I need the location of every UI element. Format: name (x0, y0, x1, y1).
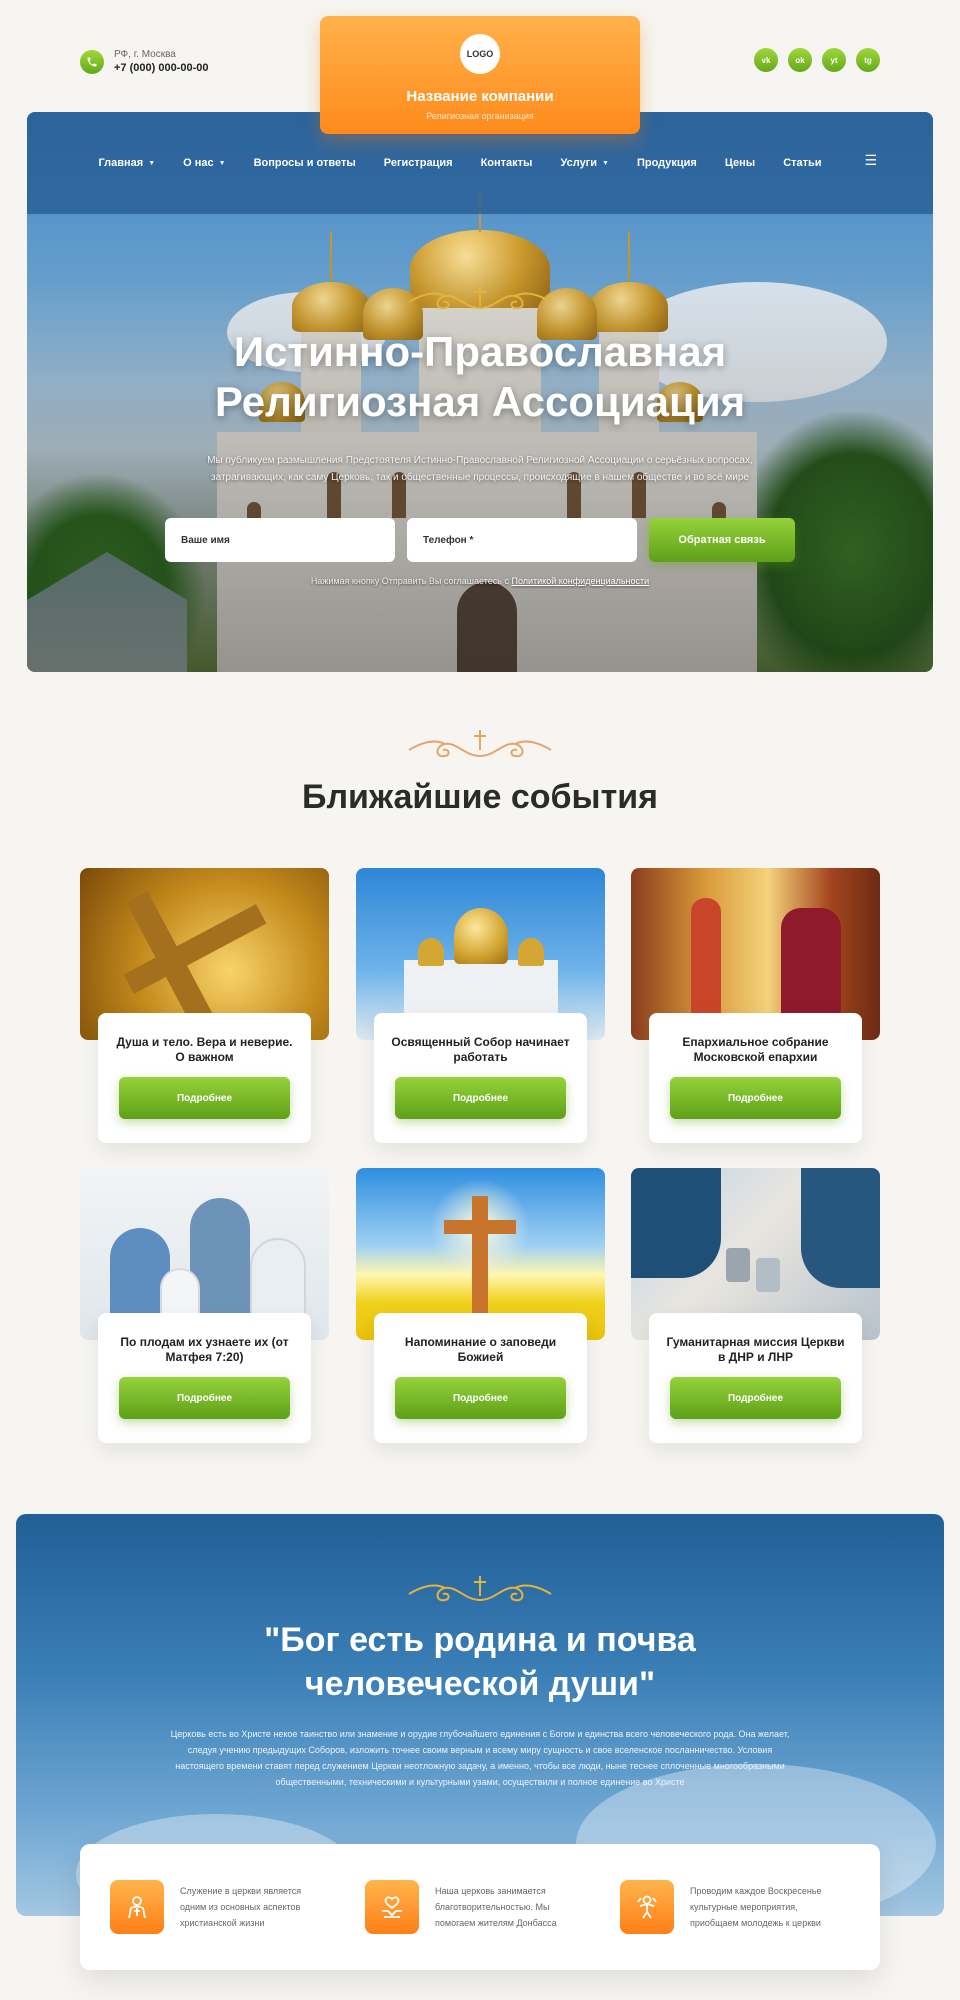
volunteer-shape (801, 1168, 880, 1288)
youth-icon (620, 1880, 674, 1934)
event-title: Гуманитарная миссия Церкви в ДНР и ЛНР (666, 1335, 845, 1364)
feature-item: Наша церковь занимается благотворительно… (365, 1880, 580, 1934)
phone-input[interactable] (407, 518, 637, 562)
nav-item-about[interactable]: О нас ▼ (183, 157, 225, 169)
quote-text: Церковь есть во Христе некое таинство ил… (170, 1729, 790, 1787)
helping-hands-icon (365, 1880, 419, 1934)
vk-icon[interactable]: vk (754, 48, 778, 72)
event-title: Душа и тело. Вера и неверие. О важном (116, 1035, 293, 1064)
name-input[interactable] (165, 518, 395, 562)
event-body: Напоминание о заповеди Божией Подробнее (374, 1313, 587, 1443)
quote-title-line2: человеческой души" (304, 1665, 656, 1703)
details-button[interactable]: Подробнее (395, 1377, 566, 1419)
details-button[interactable]: Подробнее (395, 1077, 566, 1119)
priest-icon (110, 1880, 164, 1934)
event-body: Епархиальное собрание Московской епархии… (649, 1013, 862, 1143)
chevron-down-icon: ▼ (148, 159, 156, 167)
nav-item-articles[interactable]: Статьи (783, 157, 821, 169)
callback-form: Обратная связь (165, 518, 795, 562)
event-card[interactable]: Епархиальное собрание Московской епархии… (631, 868, 880, 1143)
nav-item-faq[interactable]: Вопросы и ответы (254, 157, 356, 169)
dome-shape (418, 938, 444, 966)
event-body: Гуманитарная миссия Церкви в ДНР и ЛНР П… (649, 1313, 862, 1443)
dome-shape (518, 938, 544, 966)
feature-text: Служение в церкви является одним из осно… (180, 1886, 302, 1928)
nav-item-contacts[interactable]: Контакты (481, 157, 533, 169)
nav-item-label: Главная (98, 157, 144, 169)
details-button[interactable]: Подробнее (119, 1377, 290, 1419)
consent-note: Нажимая кнопку Отправить Вы соглашаетесь… (27, 576, 933, 586)
event-title: Напоминание о заповеди Божией (404, 1335, 557, 1364)
hero-title: Истинно-Православная Религиозная Ассоциа… (27, 327, 933, 427)
privacy-policy-link[interactable]: Политикой конфиденциальности (511, 576, 649, 586)
event-card[interactable]: Напоминание о заповеди Божией Подробнее (356, 1168, 605, 1443)
cross-shape (472, 1196, 488, 1316)
nav-item-label: Услуги (560, 157, 598, 169)
feature-item: Проводим каждое Воскресенье культурные м… (620, 1880, 835, 1934)
event-title: По плодам их узнаете их (от Матфея 7:20) (120, 1335, 289, 1364)
event-card[interactable]: Освященный Собор начинает работать Подро… (356, 868, 605, 1143)
nav-item-label: Статьи (783, 157, 822, 169)
company-name: Название компании (406, 88, 554, 105)
nav-item-products[interactable]: Продукция (637, 157, 697, 169)
feature-item: Служение в церкви является одним из осно… (110, 1880, 325, 1934)
nav-item-label: Регистрация (383, 157, 453, 169)
chevron-down-icon: ▼ (602, 159, 609, 167)
company-subtitle: Религиозная организация (426, 111, 534, 121)
hero-title-line2: Религиозная Ассоциация (214, 378, 746, 425)
details-button[interactable]: Подробнее (119, 1077, 290, 1119)
quote-title-line1: "Бог есть родина и почва (264, 1621, 696, 1659)
logo-card[interactable]: LOGO Название компании Религиозная орган… (320, 16, 640, 134)
nav-item-label: Цены (724, 157, 756, 169)
odnoklassniki-icon[interactable]: ok (788, 48, 812, 72)
youtube-icon[interactable]: yt (822, 48, 846, 72)
hero-title-line1: Истинно-Православная (233, 328, 727, 375)
features-card: Служение в церкви является одним из осно… (80, 1844, 880, 1970)
event-card[interactable]: По плодам их узнаете их (от Матфея 7:20)… (80, 1168, 329, 1443)
phone-number[interactable]: +7 (000) 000-00-00 (114, 61, 208, 76)
feature-text: Проводим каждое Воскресенье культурные м… (690, 1886, 822, 1928)
telegram-icon[interactable]: tg (856, 48, 880, 72)
nav-item-services[interactable]: Услуги ▼ (560, 157, 609, 169)
nav-item-label: О нас (183, 157, 214, 169)
menu-icon[interactable]: ☰ (864, 152, 877, 169)
consent-text: Нажимая кнопку Отправить Вы соглашаетесь… (310, 576, 512, 586)
event-body: Освященный Собор начинает работать Подро… (374, 1013, 587, 1143)
cross-shape (444, 1220, 516, 1234)
ornament-icon (16, 1570, 944, 1606)
chevron-down-icon: ▼ (218, 159, 226, 167)
can-shape (756, 1258, 780, 1292)
top-bar: РФ, г. Москва +7 (000) 000-00-00 LOGO На… (0, 0, 960, 134)
event-card[interactable]: Душа и тело. Вера и неверие. О важном По… (80, 868, 329, 1143)
details-button[interactable]: Подробнее (670, 1377, 841, 1419)
event-title: Епархиальное собрание Московской епархии (682, 1035, 829, 1064)
ornament-icon (27, 278, 933, 314)
city-label: РФ, г. Москва (114, 49, 176, 60)
event-title: Освященный Собор начинает работать (391, 1035, 570, 1064)
hero-description: Мы публикуем размышления Предстоятеля Ис… (207, 455, 753, 483)
nav-item-label: Вопросы и ответы (253, 157, 356, 169)
event-body: Душа и тело. Вера и неверие. О важном По… (98, 1013, 311, 1143)
event-card[interactable]: Гуманитарная миссия Церкви в ДНР и ЛНР П… (631, 1168, 880, 1443)
nav-item-registration[interactable]: Регистрация (384, 157, 453, 169)
hero-section: Главная ▼ О нас ▼ Вопросы и ответы Регистр… (27, 112, 933, 672)
phone-icon[interactable] (80, 50, 104, 74)
details-button[interactable]: Подробнее (670, 1077, 841, 1119)
volunteer-shape (631, 1168, 721, 1278)
social-links: vk ok yt tg (754, 48, 880, 72)
can-shape (726, 1248, 750, 1282)
feature-text: Наша церковь занимается благотворительно… (435, 1886, 557, 1928)
events-title: Ближайшие события (302, 778, 658, 816)
nav-item-label: Контакты (480, 157, 533, 169)
contact-info: РФ, г. Москва +7 (000) 000-00-00 (80, 48, 208, 76)
ornament-icon (0, 724, 960, 764)
nav-item-prices[interactable]: Цены (725, 157, 755, 169)
nav-item-label: Продукция (636, 157, 697, 169)
quote-title: "Бог есть родина и почва человеческой ду… (16, 1618, 944, 1706)
event-body: По плодам их узнаете их (от Матфея 7:20)… (98, 1313, 311, 1443)
logo: LOGO (460, 34, 500, 74)
nav-item-home[interactable]: Главная ▼ (98, 157, 155, 169)
dome-shape (454, 908, 508, 964)
callback-button[interactable]: Обратная связь (649, 518, 795, 562)
